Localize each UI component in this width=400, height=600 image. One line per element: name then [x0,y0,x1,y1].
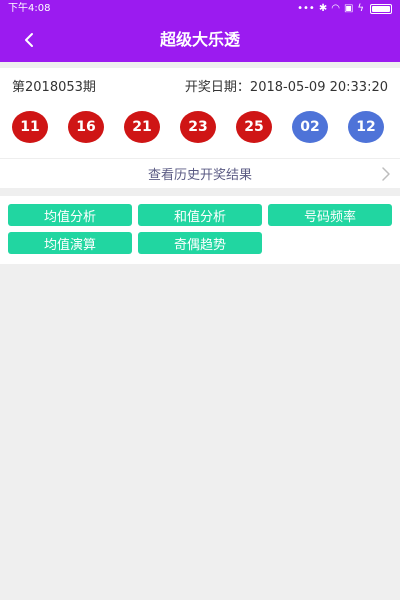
latest-draw-card: 第2018053期 开奖日期：2018-05-09 20:33:20 11 16… [0,68,400,188]
sim-icon: ▣ [343,3,354,14]
status-icons: ••• ✱ ◠ ▣ ϟ [297,0,392,18]
red-ball: 11 [12,111,48,143]
history-results-link[interactable]: 查看历史开奖结果 [0,158,400,188]
red-ball: 23 [180,111,216,143]
page-title: 超级大乐透 [159,30,240,49]
mean-calculation-button[interactable]: 均值演算 [8,232,132,254]
sum-analysis-button[interactable]: 和值分析 [138,204,262,226]
bluetooth-icon: ✱ [318,3,328,14]
battery-icon [370,4,392,14]
draw-issue: 第2018053期 [12,80,96,95]
winning-numbers: 11 16 21 23 25 02 12 [12,110,384,144]
back-button[interactable] [14,26,44,54]
chevron-right-icon [382,167,390,181]
blue-ball: 12 [348,111,384,143]
red-ball: 16 [68,111,104,143]
draw-header: 第2018053期 开奖日期：2018-05-09 20:33:20 [12,74,388,96]
analysis-tools-grid: 均值分析 和值分析 号码频率 均值演算 奇偶趋势 [8,204,392,254]
wifi-icon: ◠ [331,3,340,14]
chevron-left-icon [25,33,33,47]
status-time: 下午4:08 [8,3,51,14]
draw-date: 开奖日期：2018-05-09 20:33:20 [184,80,388,95]
mean-analysis-button[interactable]: 均值分析 [8,204,132,226]
navigation-bar: 超级大乐透 [0,18,400,62]
history-results-label: 查看历史开奖结果 [147,168,252,183]
red-ball: 25 [236,111,272,143]
odd-even-trend-button[interactable]: 奇偶趋势 [138,232,262,254]
dots-icon: ••• [297,3,315,14]
analysis-tools-card: 均值分析 和值分析 号码频率 均值演算 奇偶趋势 [0,196,400,264]
blue-ball: 02 [292,111,328,143]
number-frequency-button[interactable]: 号码频率 [268,204,392,226]
charging-icon: ϟ [357,3,364,14]
status-bar: 下午4:08 ••• ✱ ◠ ▣ ϟ [0,0,400,18]
red-ball: 21 [124,111,160,143]
app-header: 下午4:08 ••• ✱ ◠ ▣ ϟ 超级大乐透 [0,0,400,62]
